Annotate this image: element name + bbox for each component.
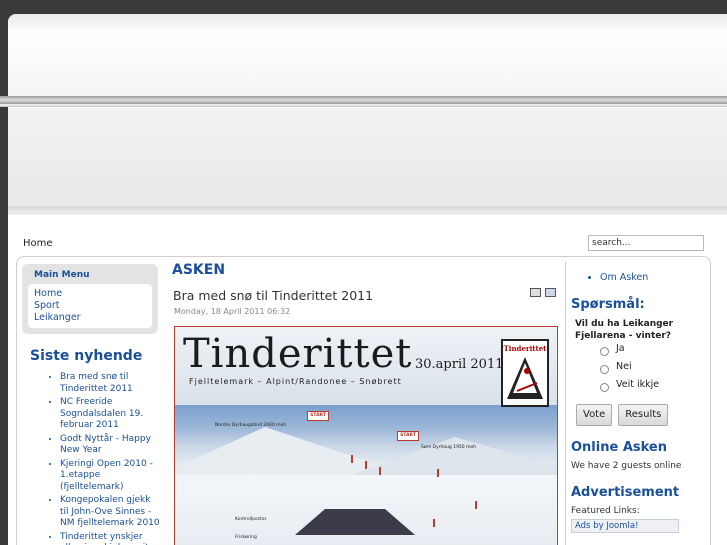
poster-note: Søre Dyrhaug 1950 moh	[421, 445, 477, 450]
tinderittet-logo: Tinderittet	[501, 339, 549, 407]
print-icon[interactable]	[530, 288, 541, 297]
mountain-shape	[345, 437, 557, 477]
results-button[interactable]: Results	[618, 404, 669, 426]
header-top	[8, 14, 727, 96]
article-tools	[530, 288, 560, 300]
poster-note: Kontrollpostar	[235, 517, 267, 522]
latest-news-title: Siste nyhende	[30, 348, 143, 364]
link-om-asken[interactable]: Om Asken	[600, 272, 711, 283]
gate-marker	[351, 455, 353, 463]
main-menu: Main Menu Home Sport Leikanger	[22, 264, 158, 334]
poll-option-label: Veit ikkje	[616, 379, 660, 390]
main-menu-list: Home Sport Leikanger	[28, 284, 152, 328]
gate-marker	[475, 501, 477, 509]
menu-item-home[interactable]: Home	[34, 288, 146, 300]
news-link[interactable]: Bra med snø til Tinderittet 2011	[60, 372, 160, 395]
poll-title: Spørsmål:	[571, 297, 645, 312]
header-band	[0, 96, 727, 104]
nav-bar: Home	[8, 228, 727, 256]
online-title: Online Asken	[571, 440, 667, 455]
cabin-shape	[295, 509, 415, 535]
poster-subtitle: Fjelltelemark – Alpint/Randonee – Snøbre…	[189, 377, 402, 386]
gate-marker	[379, 467, 381, 475]
right-links: Om Asken	[566, 272, 711, 283]
header-banner	[8, 108, 727, 206]
poll-option[interactable]: Nei	[600, 360, 711, 378]
poll-option[interactable]: Veit ikkje	[600, 378, 711, 396]
news-link[interactable]: Tinderittet ynskjer alle ei god jul og e…	[60, 532, 160, 545]
poster-image: Tinderittet 30.april 2011 Fjelltelemark …	[174, 326, 558, 545]
latest-news-list: Bra med snø til Tinderittet 2011 NC Free…	[22, 372, 160, 545]
start-flag: START	[397, 431, 419, 441]
search-input[interactable]	[588, 235, 704, 251]
right-column: Om Asken Spørsmål: Vil du ha Leikanger F…	[565, 262, 711, 545]
poll-option-label: Nei	[616, 361, 632, 372]
header-band-light	[0, 104, 727, 107]
section-title[interactable]: ASKEN	[172, 262, 562, 278]
ads-link[interactable]: Ads by Joomla!	[571, 519, 679, 533]
header-shadow	[8, 206, 727, 215]
vote-button[interactable]: Vote	[576, 404, 613, 426]
online-count: We have 2 guests online	[571, 461, 682, 471]
article-date: Monday, 18 April 2011 06:32	[174, 307, 291, 316]
menu-item-leikanger[interactable]: Leikanger	[34, 312, 146, 324]
gate-marker	[437, 469, 439, 477]
poll-option-label: Ja	[616, 343, 625, 354]
main-column: ASKEN Bra med snø til Tinderittet 2011 M…	[168, 262, 562, 545]
poster-note: Friskøring	[235, 535, 257, 540]
news-link[interactable]: Godt Nyttår - Happy New Year	[60, 434, 160, 457]
news-link[interactable]: Kongepokalen gjekk til John-Ove Sinnes -…	[60, 495, 160, 530]
skier-icon	[507, 357, 543, 399]
logo-text: Tinderittet	[503, 344, 547, 353]
latest-news: Siste nyhende Bra med snø til Tinderitte…	[22, 348, 160, 545]
poll-question: Vil du ha Leikanger Fjellarena - vinter?	[575, 319, 674, 341]
gate-marker	[433, 519, 435, 527]
news-link[interactable]: Kjeringi Open 2010 - 1.etappe (fjelltele…	[60, 459, 160, 494]
poll-buttons: Vote Results	[576, 404, 711, 426]
ads-title: Advertisement	[571, 485, 680, 500]
menu-item-sport[interactable]: Sport	[34, 300, 146, 312]
radio-button[interactable]	[600, 347, 609, 356]
featured-links-label: Featured Links:	[571, 506, 640, 516]
article-title: Bra med snø til Tinderittet 2011	[173, 288, 374, 303]
left-column: Main Menu Home Sport Leikanger Siste nyh…	[22, 264, 160, 545]
radio-button[interactable]	[600, 383, 609, 392]
main-menu-title: Main Menu	[34, 270, 90, 280]
email-icon[interactable]	[545, 288, 556, 297]
radio-button[interactable]	[600, 365, 609, 374]
breadcrumb[interactable]: Home	[23, 238, 53, 249]
poster-date: 30.april 2011	[415, 357, 504, 372]
news-link[interactable]: NC Freeride Sogndalsdalen 19. februar 20…	[60, 397, 160, 432]
poster-note: Nordre Dyrhaugstind 2060 moh	[215, 423, 287, 428]
start-flag: START	[307, 411, 329, 421]
poll-option[interactable]: Ja	[600, 342, 711, 360]
gate-marker	[365, 461, 367, 469]
